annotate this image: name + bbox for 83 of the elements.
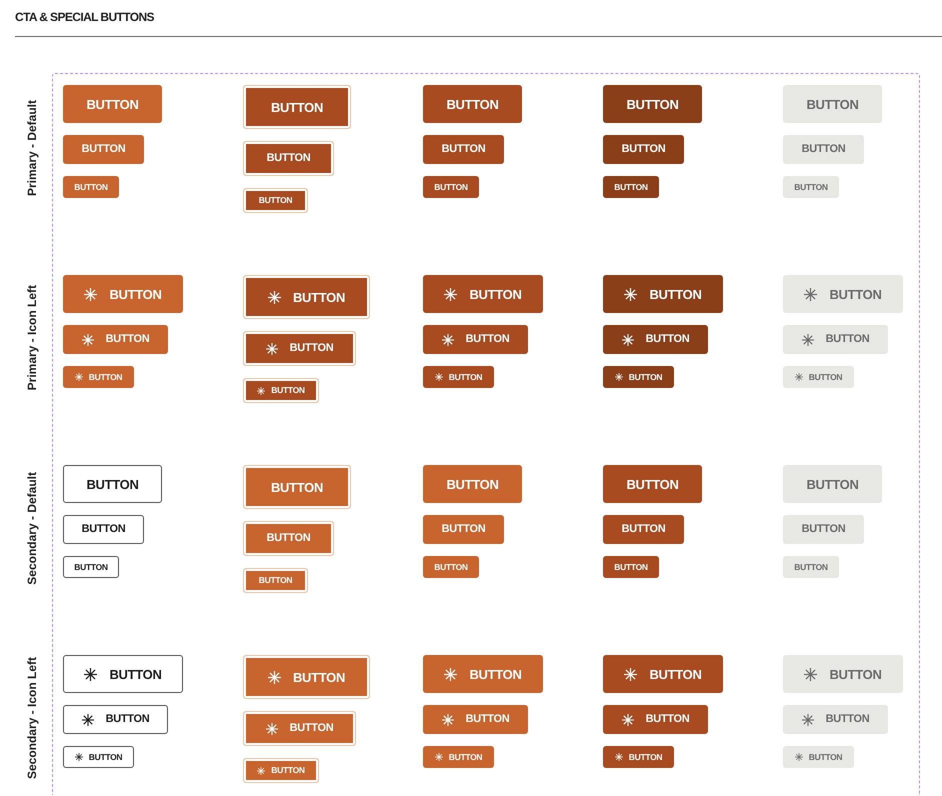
cta-button[interactable]: BUTTON [243, 758, 319, 783]
row-label: Primary - Default [24, 100, 40, 196]
asterisk-icon [614, 753, 623, 761]
cta-button[interactable]: BUTTON [243, 521, 334, 556]
cta-button[interactable]: BUTTON [243, 85, 351, 129]
asterisk-icon [268, 670, 281, 684]
asterisk-icon [257, 766, 266, 774]
cta-button[interactable]: BUTTON [423, 366, 494, 388]
asterisk-icon [442, 714, 454, 726]
asterisk-icon [624, 668, 638, 680]
asterisk-icon [82, 714, 94, 726]
asterisk-icon [614, 373, 623, 381]
cta-button[interactable]: BUTTON [63, 176, 119, 198]
cta-button[interactable]: BUTTON [243, 141, 334, 176]
row-label: Primary - Icon Left [24, 285, 40, 391]
cta-button[interactable]: BUTTON [423, 705, 528, 734]
asterisk-icon [804, 288, 818, 300]
asterisk-icon [794, 753, 803, 761]
cta-button[interactable]: BUTTON [63, 515, 144, 544]
cta-button[interactable]: BUTTON [603, 325, 708, 354]
row-label: Secondary - Icon Left [24, 656, 40, 780]
cta-button[interactable]: BUTTON [423, 275, 543, 313]
cta-button[interactable]: BUTTON [603, 465, 702, 503]
cta-button[interactable]: BUTTON [423, 325, 528, 354]
cta-button[interactable]: BUTTON [243, 711, 356, 746]
cta-button[interactable]: BUTTON [603, 515, 684, 544]
asterisk-icon [442, 334, 454, 346]
asterisk-icon [84, 288, 98, 300]
cta-button[interactable]: BUTTON [63, 135, 144, 164]
asterisk-icon [268, 290, 281, 304]
cta-button[interactable]: BUTTON [423, 85, 522, 123]
cta-button[interactable]: BUTTON [423, 655, 543, 693]
asterisk-icon [434, 753, 443, 761]
asterisk-icon [74, 753, 83, 761]
cta-button[interactable]: BUTTON [63, 85, 162, 123]
cta-button[interactable]: BUTTON [603, 176, 659, 198]
asterisk-icon [802, 334, 814, 346]
asterisk-icon [794, 373, 803, 381]
asterisk-icon [804, 668, 818, 680]
cta-button[interactable]: BUTTON [603, 705, 708, 734]
asterisk-icon [257, 386, 266, 394]
cta-button[interactable]: BUTTON [423, 746, 494, 768]
cta-button[interactable]: BUTTON [243, 378, 319, 403]
cta-button[interactable]: BUTTON [603, 85, 702, 123]
cta-button[interactable]: BUTTON [603, 366, 674, 388]
asterisk-icon [444, 668, 458, 680]
cta-button[interactable]: BUTTON [63, 705, 168, 734]
cta-button[interactable]: BUTTON [63, 275, 183, 313]
cta-button[interactable]: BUTTON [63, 465, 162, 503]
cta-button[interactable]: BUTTON [423, 176, 479, 198]
cta-button[interactable]: BUTTON [243, 275, 370, 319]
asterisk-icon [444, 288, 458, 300]
cta-button[interactable]: BUTTON [243, 465, 351, 509]
row-label: Secondary - Default [24, 472, 40, 584]
cta-button[interactable]: BUTTON [603, 655, 723, 693]
asterisk-icon [624, 288, 638, 300]
cta-button[interactable]: BUTTON [63, 556, 119, 578]
cta-button[interactable]: BUTTON [423, 135, 504, 164]
cta-button[interactable]: BUTTON [63, 325, 168, 354]
asterisk-icon [82, 334, 94, 346]
cta-button[interactable]: BUTTON [243, 568, 308, 593]
cta-button[interactable]: BUTTON [243, 331, 356, 366]
cta-button[interactable]: BUTTON [63, 655, 183, 693]
asterisk-icon [802, 714, 814, 726]
asterisk-icon [266, 722, 278, 734]
cta-button[interactable]: BUTTON [603, 746, 674, 768]
cta-button[interactable]: BUTTON [63, 366, 134, 388]
asterisk-icon [434, 373, 443, 381]
cta-button[interactable]: BUTTON [243, 188, 308, 213]
asterisk-icon [266, 342, 278, 354]
cta-button[interactable]: BUTTON [423, 556, 479, 578]
cta-button[interactable]: BUTTON [603, 135, 684, 164]
cta-button[interactable]: BUTTON [603, 275, 723, 313]
cta-button[interactable]: BUTTON [243, 655, 370, 699]
asterisk-icon [622, 714, 634, 726]
asterisk-icon [622, 334, 634, 346]
asterisk-icon [74, 373, 83, 381]
asterisk-icon [84, 668, 98, 680]
cta-button[interactable]: BUTTON [603, 556, 659, 578]
section-title: CTA & SPECIAL BUTTONS [15, 9, 155, 25]
cta-button[interactable]: BUTTON [63, 746, 134, 768]
cta-button[interactable]: BUTTON [423, 515, 504, 544]
cta-button[interactable]: BUTTON [423, 465, 522, 503]
